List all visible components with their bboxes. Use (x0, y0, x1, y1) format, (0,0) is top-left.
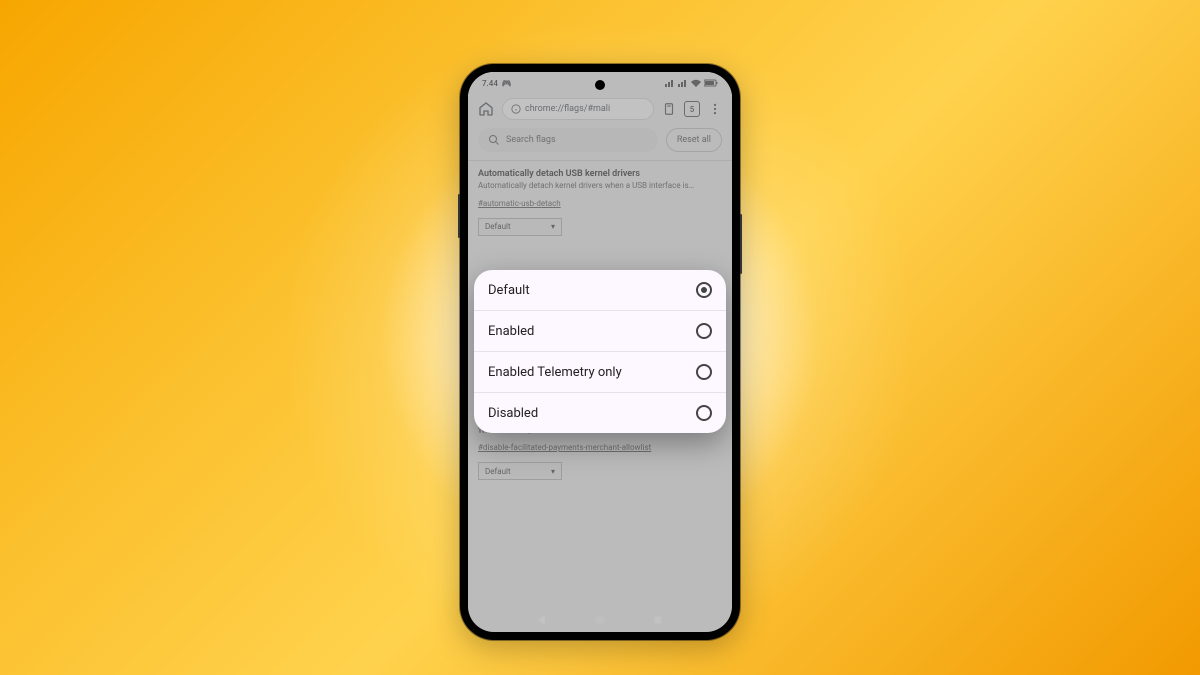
camera-punchhole (595, 80, 605, 90)
option-label: Enabled Telemetry only (488, 365, 622, 380)
flag-title: Automatically detach USB kernel drivers (478, 169, 722, 179)
option-label: Disabled (488, 406, 538, 421)
android-navbar (468, 608, 732, 632)
nav-back-button[interactable] (536, 614, 548, 626)
overflow-menu-icon[interactable] (708, 102, 722, 116)
search-icon (488, 134, 500, 146)
signal-icon (665, 79, 675, 87)
tab-count: 5 (690, 105, 695, 114)
dropdown-option-disabled[interactable]: Disabled (474, 392, 726, 433)
search-flags-input[interactable]: Search flags (478, 128, 658, 152)
dropdown-option-default[interactable]: Default (474, 270, 726, 310)
chevron-down-icon: ▾ (551, 222, 555, 231)
reset-all-label: Reset all (677, 135, 711, 145)
chrome-toolbar: chrome://flags/#mali 5 (468, 94, 732, 128)
option-label: Enabled (488, 324, 534, 339)
phone-screen: 7.44 🎮 chrome://flags/#mali 5 (468, 72, 732, 632)
gamepad-icon: 🎮 (502, 79, 512, 88)
flag-description: Automatically detach kernel drivers when… (478, 181, 722, 191)
tab-switcher[interactable]: 5 (684, 101, 700, 117)
dropdown-popup: Default Enabled Enabled Telemetry only D… (474, 270, 726, 433)
info-icon (511, 104, 521, 114)
phone-frame: 7.44 🎮 chrome://flags/#mali 5 (460, 64, 740, 640)
flags-search-row: Search flags Reset all (468, 128, 732, 160)
home-icon[interactable] (478, 101, 494, 117)
flag-dropdown[interactable]: Default ▾ (478, 462, 562, 480)
flag-entry: Automatically detach USB kernel drivers … (468, 161, 732, 246)
flag-dropdown-value: Default (485, 222, 511, 231)
status-time: 7.44 (482, 79, 498, 88)
option-label: Default (488, 283, 530, 298)
dropdown-option-enabled[interactable]: Enabled (474, 310, 726, 351)
nav-recents-button[interactable] (652, 614, 664, 626)
signal-icon (678, 79, 688, 87)
dropdown-option-enabled-telemetry[interactable]: Enabled Telemetry only (474, 351, 726, 392)
flag-dropdown[interactable]: Default ▾ (478, 218, 562, 236)
wifi-icon (691, 79, 701, 87)
battery-icon (704, 79, 718, 87)
radio-unselected-icon (696, 323, 712, 339)
flag-anchor-link[interactable]: #disable-facilitated-payments-merchant-a… (478, 443, 651, 452)
radio-selected-icon (696, 282, 712, 298)
reader-mode-icon[interactable] (662, 102, 676, 116)
chevron-down-icon: ▾ (551, 467, 555, 476)
flag-anchor-link[interactable]: #automatic-usb-detach (478, 199, 561, 208)
search-placeholder: Search flags (506, 135, 556, 145)
radio-unselected-icon (696, 405, 712, 421)
reset-all-button[interactable]: Reset all (666, 128, 722, 152)
radio-unselected-icon (696, 364, 712, 380)
url-text: chrome://flags/#mali (525, 104, 610, 114)
url-field[interactable]: chrome://flags/#mali (502, 98, 654, 120)
nav-home-button[interactable] (594, 614, 606, 626)
flag-dropdown-value: Default (485, 467, 511, 476)
